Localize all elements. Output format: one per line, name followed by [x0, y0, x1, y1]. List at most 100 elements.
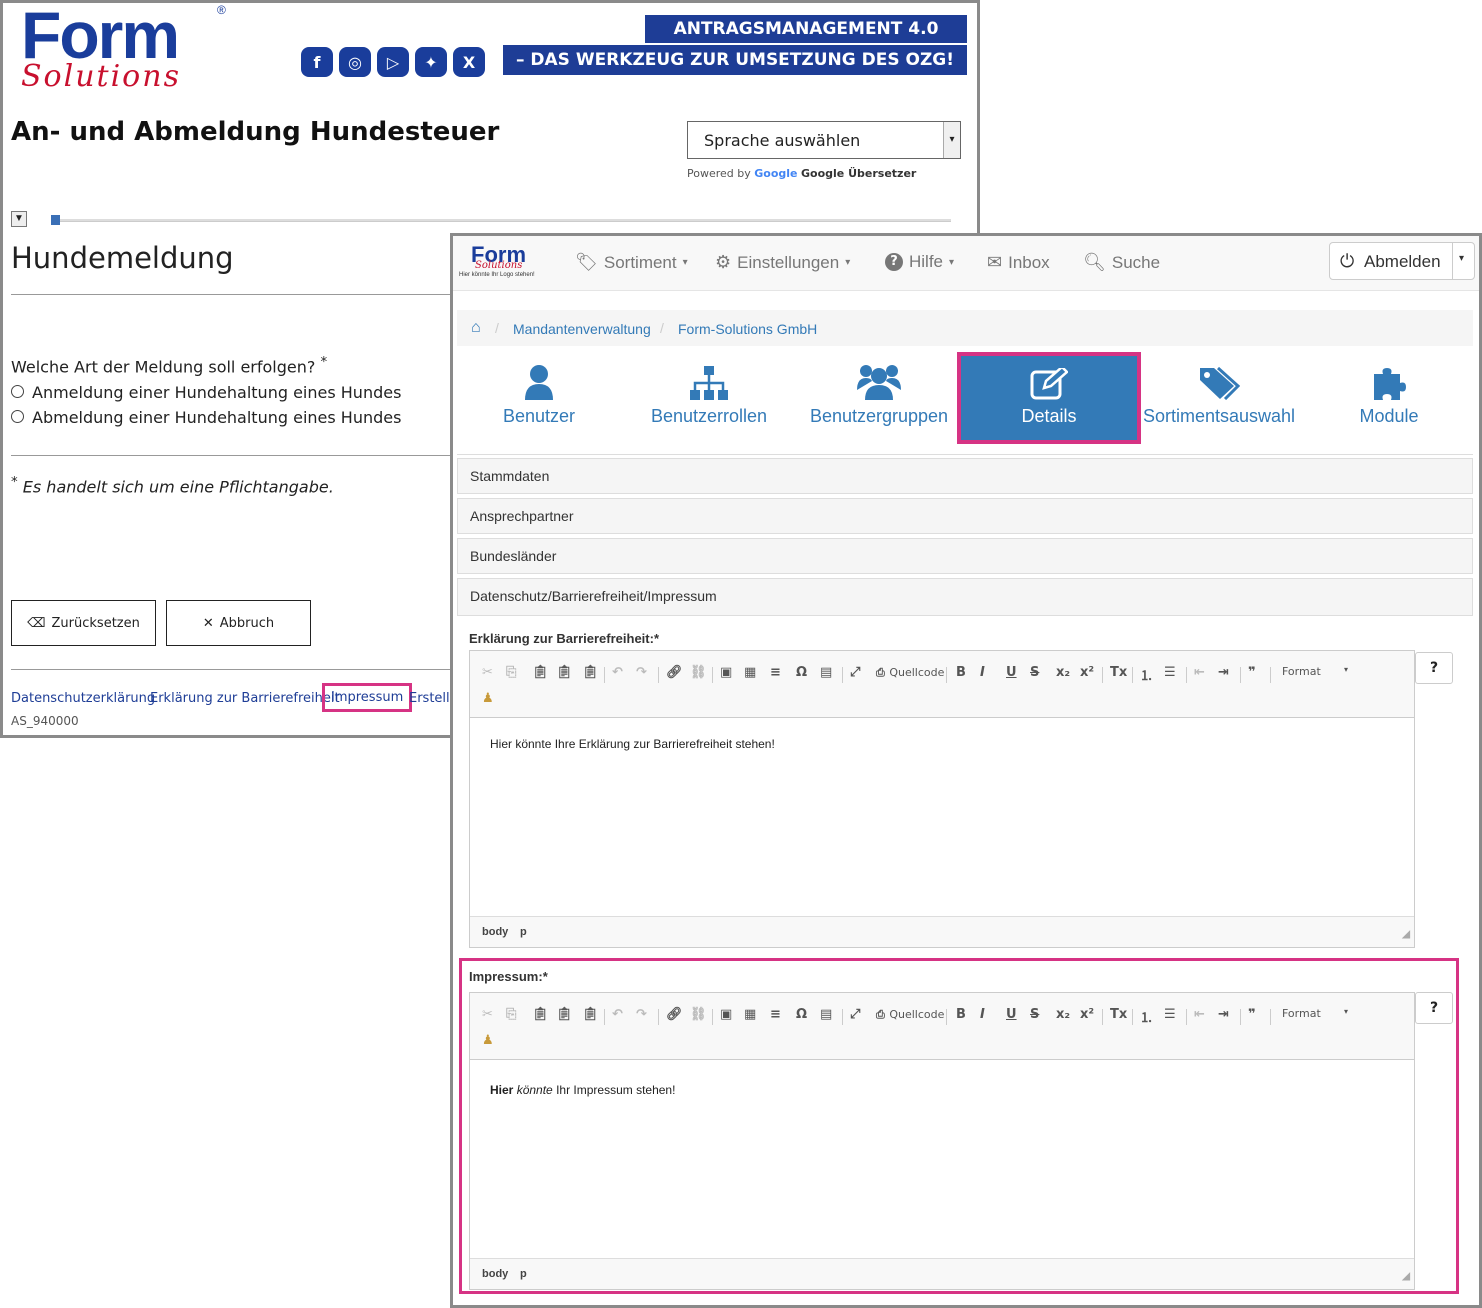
panel-bundeslaender[interactable]: Bundesländer — [457, 538, 1473, 574]
tile-benutzergruppen[interactable]: Benutzergruppen — [791, 356, 967, 440]
paste-text-icon[interactable]: 📋︎ — [556, 665, 573, 680]
image-icon[interactable]: ▣ — [720, 1007, 732, 1022]
link-datenschutz[interactable]: Datenschutzerklärung — [11, 691, 155, 706]
panel-ansprechpartner[interactable]: Ansprechpartner — [457, 498, 1473, 534]
logout-button[interactable]: ⏻ Abmelden ▾ — [1329, 242, 1475, 280]
instagram-icon[interactable]: ◎ — [339, 47, 371, 77]
reset-button[interactable]: ⌫ Zurücksetzen — [11, 600, 156, 646]
panel-datenschutz[interactable]: Datenschutz/Barrierefreiheit/Impressum — [457, 578, 1473, 616]
nav-hilfe[interactable]: ? Hilfe ▾ — [885, 252, 954, 272]
maximize-icon[interactable]: ⤢ — [850, 665, 860, 680]
maximize-icon[interactable]: ⤢ — [850, 1007, 860, 1022]
horizontal-rule-icon[interactable]: ≡ — [770, 1007, 781, 1022]
status-path-body[interactable]: body — [482, 926, 508, 938]
anchor-icon[interactable]: ▤ — [820, 1007, 832, 1022]
outdent-icon[interactable]: ⇤ — [1194, 665, 1205, 680]
redo-icon[interactable]: ↷ — [636, 665, 647, 680]
radio-option-anmeldung[interactable]: Anmeldung einer Hundehaltung eines Hunde… — [11, 383, 401, 402]
x-icon[interactable]: X — [453, 47, 485, 77]
resize-handle-icon[interactable]: ◢ — [1402, 1271, 1410, 1282]
status-path-body[interactable]: body — [482, 1268, 508, 1280]
tile-sortimentsauswahl[interactable]: Sortimentsauswahl — [1131, 356, 1307, 440]
undo-icon[interactable]: ↶ — [612, 1007, 623, 1022]
table-icon[interactable]: ▦ — [744, 665, 756, 680]
collapse-toggle-icon[interactable]: ▼ — [11, 211, 27, 227]
home-icon[interactable]: ⌂ — [471, 319, 481, 337]
numbered-list-icon[interactable]: ⒈ — [1140, 665, 1153, 684]
panel-stammdaten[interactable]: Stammdaten — [457, 458, 1473, 494]
indent-icon[interactable]: ⇥ — [1218, 1007, 1229, 1022]
strike-icon[interactable]: S — [1030, 1007, 1039, 1022]
anchor-icon[interactable]: ▤ — [820, 665, 832, 680]
paste-text-icon[interactable]: 📋︎ — [556, 1007, 573, 1022]
radio-option-abmeldung[interactable]: Abmeldung einer Hundehaltung eines Hunde… — [11, 408, 401, 427]
subscript-icon[interactable]: x₂ — [1056, 1007, 1070, 1022]
link-erstellt[interactable]: Erstellt — [409, 691, 455, 706]
admin-logo[interactable]: Form Solutions Hier könnte Ihr Logo steh… — [457, 242, 547, 282]
numbered-list-icon[interactable]: ⒈ — [1140, 1007, 1153, 1026]
cut-icon[interactable]: ✂ — [482, 665, 493, 680]
youtube-icon[interactable]: ▷ — [377, 47, 409, 77]
format-dropdown[interactable]: Format ▾ — [1282, 1007, 1352, 1020]
stamp-icon[interactable]: ♟ — [482, 691, 494, 706]
radio-button[interactable] — [11, 410, 24, 423]
status-path-p[interactable]: p — [520, 1268, 527, 1280]
unlink-icon[interactable]: ⛓ — [690, 1007, 707, 1022]
superscript-icon[interactable]: x² — [1080, 1007, 1094, 1022]
table-icon[interactable]: ▦ — [744, 1007, 756, 1022]
nav-sortiment[interactable]: 🏷 Sortiment ▾ — [575, 252, 688, 273]
link-icon[interactable]: 🔗︎ — [666, 1007, 683, 1022]
image-icon[interactable]: ▣ — [720, 665, 732, 680]
strike-icon[interactable]: S — [1030, 665, 1039, 680]
editor-content[interactable]: Hier könnte Ihre Erklärung zur Barrieref… — [490, 737, 775, 751]
resize-handle-icon[interactable]: ◢ — [1402, 929, 1410, 940]
breadcrumb-mandantenverwaltung[interactable]: Mandantenverwaltung — [513, 321, 651, 337]
italic-icon[interactable]: I — [980, 665, 985, 680]
horizontal-rule-icon[interactable]: ≡ — [770, 665, 781, 680]
bold-icon[interactable]: B — [956, 1007, 966, 1022]
source-icon[interactable]: ⎙ Quellcode — [876, 665, 944, 680]
tile-benutzerrollen[interactable]: Benutzerrollen — [621, 356, 797, 440]
bold-icon[interactable]: B — [956, 665, 966, 680]
paste-word-icon[interactable]: 📋︎ — [582, 665, 599, 680]
bulleted-list-icon[interactable]: ☰ — [1164, 1007, 1176, 1022]
link-barrierefreiheit[interactable]: Erklärung zur Barrierefreiheit — [150, 691, 340, 706]
editor-content[interactable]: Hier könnte Ihr Impressum stehen! — [490, 1083, 675, 1097]
breadcrumb-company[interactable]: Form-Solutions GmbH — [678, 321, 817, 337]
remove-format-icon[interactable]: Tx — [1110, 665, 1127, 680]
nav-inbox[interactable]: ✉ Inbox — [987, 252, 1050, 273]
radio-button[interactable] — [11, 385, 24, 398]
remove-format-icon[interactable]: Tx — [1110, 1007, 1127, 1022]
italic-icon[interactable]: I — [980, 1007, 985, 1022]
cut-icon[interactable]: ✂ — [482, 1007, 493, 1022]
facebook-icon[interactable]: f — [301, 47, 333, 77]
source-icon[interactable]: ⎙ Quellcode — [876, 1007, 944, 1022]
language-select[interactable]: Sprache auswählen ▾ — [687, 121, 961, 159]
copy-icon[interactable]: ⎘ — [506, 665, 516, 680]
tile-module[interactable]: Module — [1301, 356, 1477, 440]
cancel-button[interactable]: ✕ Abbruch — [166, 600, 311, 646]
underline-icon[interactable]: U — [1006, 1007, 1017, 1022]
outdent-icon[interactable]: ⇤ — [1194, 1007, 1205, 1022]
special-char-icon[interactable]: Ω — [796, 1007, 807, 1022]
editor-barrierefreiheit[interactable]: ✂ ⎘ 📋︎ 📋︎ 📋︎ ↶ ↷ 🔗︎ ⛓ ▣ ▦ ≡ Ω ▤ ⤢ ⎙ Quellcode B I U Sx₂ x² Tx… — [469, 650, 1415, 948]
paste-icon[interactable]: 📋︎ — [532, 665, 549, 680]
subscript-icon[interactable]: x₂ — [1056, 665, 1070, 680]
tile-benutzer[interactable]: Benutzer — [451, 356, 627, 440]
special-char-icon[interactable]: Ω — [796, 665, 807, 680]
superscript-icon[interactable]: x² — [1080, 665, 1094, 680]
caret-icon[interactable]: ▾ — [1459, 253, 1464, 264]
blockquote-icon[interactable]: ❞ — [1248, 665, 1256, 680]
editor-impressum[interactable]: ✂ ⎘ 📋︎ 📋︎ 📋︎ ↶ ↷ 🔗︎ ⛓ ▣ ▦ ≡ Ω ▤ ⤢ ⎙ Quellcode B I U Sx₂ x² Tx… — [469, 992, 1415, 1290]
status-path-p[interactable]: p — [520, 926, 527, 938]
nav-einstellungen[interactable]: ⚙ Einstellungen ▾ — [715, 252, 850, 273]
unlink-icon[interactable]: ⛓ — [690, 665, 707, 680]
undo-icon[interactable]: ↶ — [612, 665, 623, 680]
stamp-icon[interactable]: ♟ — [482, 1033, 494, 1048]
tile-details[interactable]: Details — [961, 356, 1137, 440]
paste-icon[interactable]: 📋︎ — [532, 1007, 549, 1022]
underline-icon[interactable]: U — [1006, 665, 1017, 680]
copy-icon[interactable]: ⎘ — [506, 1007, 516, 1022]
twitter-icon[interactable]: ✦ — [415, 47, 447, 77]
nav-suche[interactable]: 🔍︎ Suche — [1083, 252, 1160, 273]
